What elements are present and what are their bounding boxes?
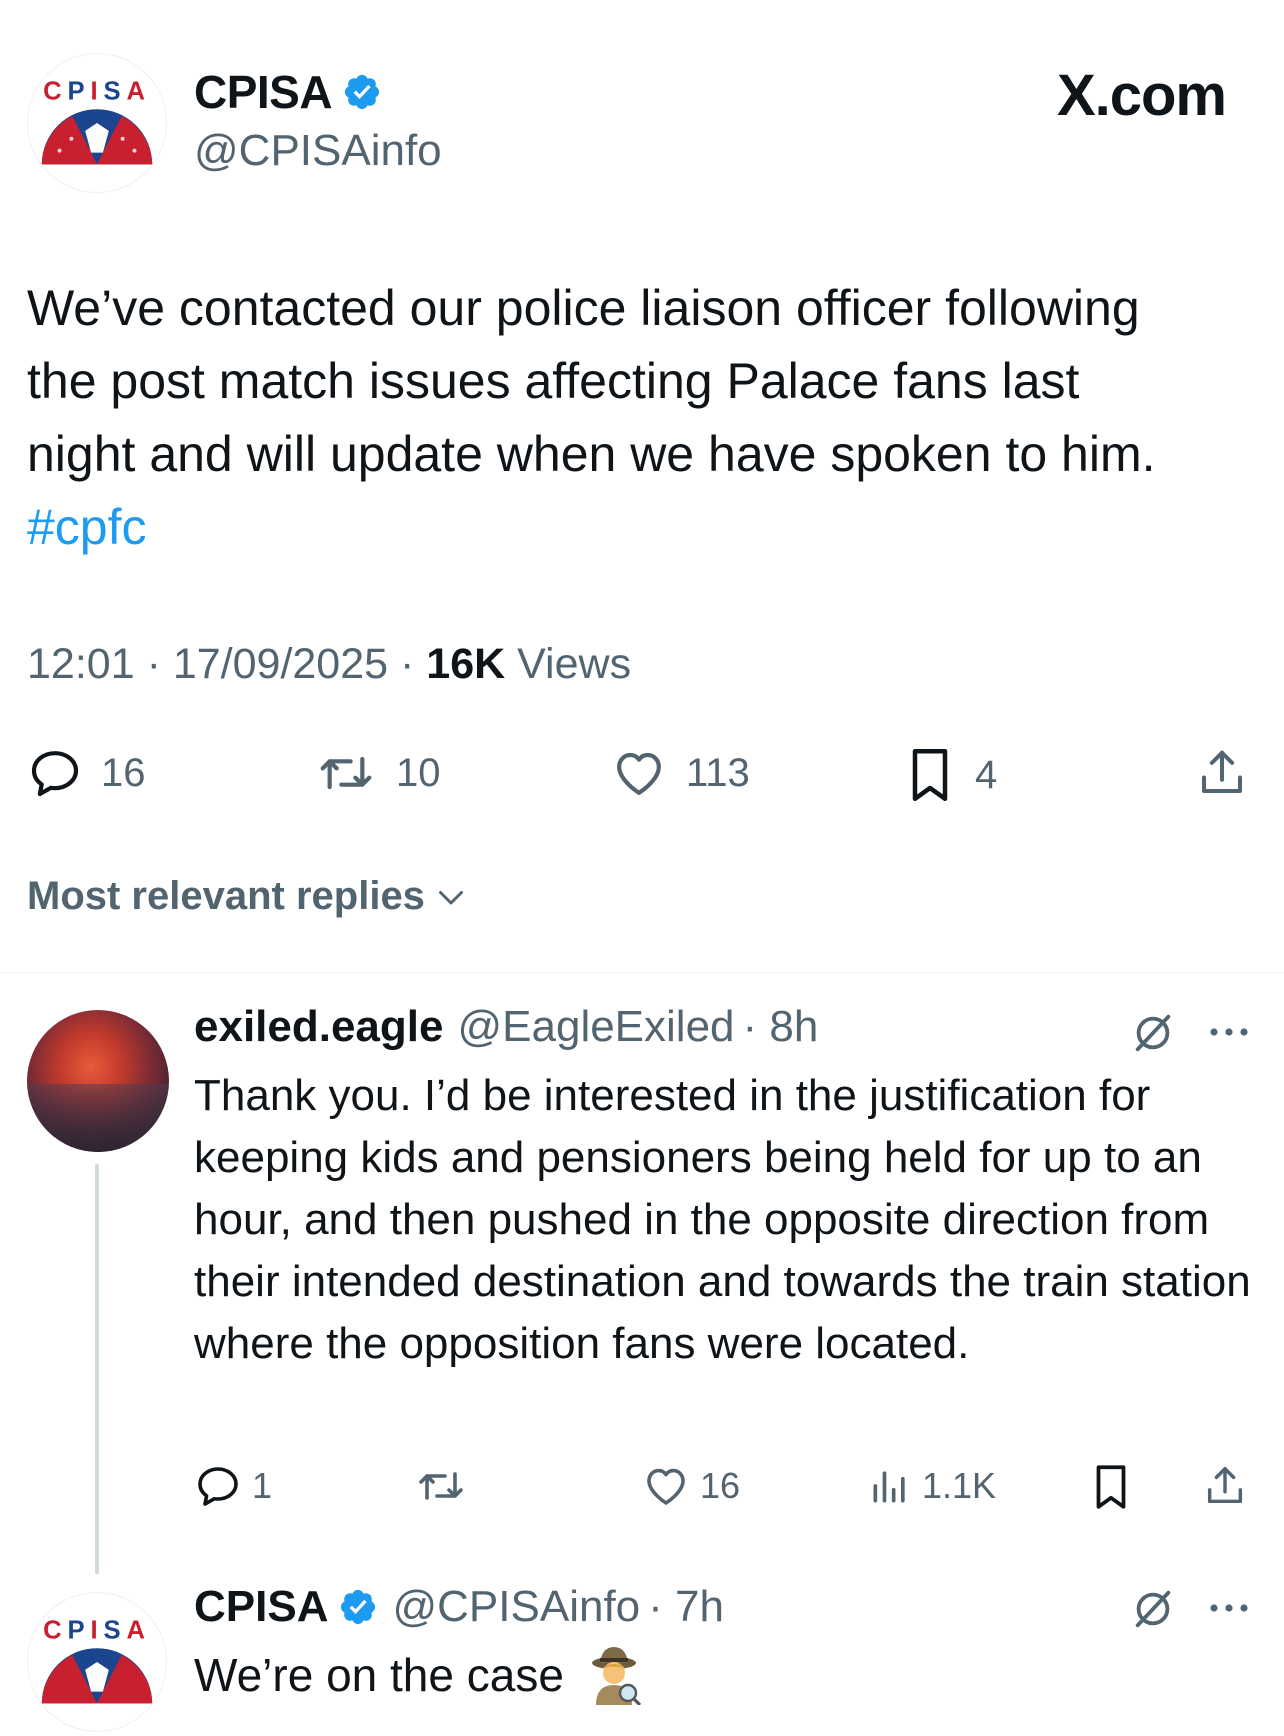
verified-badge-icon — [338, 1587, 378, 1627]
divider — [0, 972, 1284, 973]
like-count: 16 — [700, 1465, 741, 1506]
repost-count: 10 — [396, 750, 441, 795]
more-icon[interactable] — [1206, 1022, 1252, 1042]
share-button[interactable] — [1202, 1462, 1248, 1510]
detective-emoji-icon — [591, 1647, 642, 1705]
chevron-down-icon — [438, 890, 463, 904]
more-icon[interactable] — [1206, 1598, 1252, 1618]
exiled-eagle-avatar[interactable] — [27, 1010, 169, 1152]
meta-separator: · — [146, 640, 161, 688]
share-button[interactable] — [1195, 745, 1249, 801]
tweet-line: We’ve contacted our police liaison offic… — [27, 280, 1140, 336]
author-row: CPISA — [194, 66, 382, 118]
reply-author-name[interactable]: CPISA — [194, 1582, 328, 1632]
tweet-meta: 12:01 · 17/09/2025 · 16K Views — [27, 640, 631, 689]
cpisa-logo-icon: CPISA — [41, 77, 153, 165]
cpisa-avatar[interactable]: CPISA — [27, 1592, 167, 1732]
views-button[interactable]: 1.1K — [868, 1462, 996, 1510]
cpisa-logo-icon: CPISA — [41, 1616, 153, 1704]
grok-icon[interactable] — [1130, 1010, 1176, 1056]
svg-text:CPISA: CPISA — [43, 1616, 151, 1644]
tweet-text: We’ve contacted our police liaison offic… — [27, 272, 1267, 564]
site-label: X.com — [1056, 63, 1227, 128]
replies-sort-label: Most relevant replies — [27, 874, 425, 918]
reply-button[interactable]: 16 — [27, 745, 146, 801]
tweet-date[interactable]: 17/09/2025 — [173, 640, 388, 688]
thread-line — [95, 1164, 99, 1574]
reply-author-handle[interactable]: @CPISAinfo — [392, 1582, 640, 1632]
like-button[interactable]: 16 — [642, 1462, 740, 1510]
like-icon — [617, 752, 661, 795]
like-button[interactable]: 113 — [610, 745, 750, 801]
svg-text:CPISA: CPISA — [43, 77, 151, 105]
reply-author-name[interactable]: exiled.eagle — [194, 1002, 443, 1052]
share-icon — [1207, 1467, 1243, 1504]
reply-text: We’re on the case — [194, 1649, 564, 1701]
repost-button[interactable]: 10 — [314, 745, 441, 801]
verified-badge-icon — [342, 72, 382, 112]
retweet-icon — [320, 756, 372, 790]
reply-button[interactable]: 1 — [194, 1462, 272, 1510]
views-count: 16K — [426, 640, 506, 688]
reply-header: exiled.eagle @EagleExiled · 8h — [194, 1002, 818, 1052]
bookmark-button[interactable] — [1090, 1462, 1132, 1512]
like-count: 113 — [686, 750, 750, 795]
bookmark-button[interactable]: 4 — [903, 745, 997, 805]
reply-icon — [31, 751, 79, 797]
reply-text: Thank you. I’d be interested in the just… — [194, 1071, 1251, 1368]
author-name[interactable]: CPISA — [194, 65, 333, 119]
reply-count: 1 — [252, 1465, 273, 1506]
reply-text-row: We’re on the case — [194, 1645, 642, 1705]
tweet-line: night and will update when we have spoke… — [27, 426, 1156, 482]
reply-time[interactable]: · 8h — [743, 1002, 819, 1052]
reply-header: CPISA @CPISAinfo · 7h — [194, 1582, 724, 1632]
reply-icon — [198, 1467, 238, 1506]
bookmark-count: 4 — [975, 752, 998, 797]
reply-count: 16 — [101, 750, 146, 795]
hashtag-link[interactable]: #cpfc — [27, 491, 1267, 564]
reply-author-handle[interactable]: @EagleExiled — [457, 1002, 734, 1052]
like-icon — [647, 1468, 685, 1505]
author-handle[interactable]: @CPISAinfo — [194, 126, 442, 176]
grok-icon[interactable] — [1130, 1586, 1176, 1632]
views-count: 1.1K — [922, 1465, 997, 1506]
cpisa-avatar[interactable]: CPISA — [27, 53, 167, 193]
views-label: Views — [517, 640, 632, 688]
meta-separator: · — [400, 640, 415, 688]
bookmark-icon — [1096, 1465, 1126, 1509]
retweet-icon — [419, 1472, 463, 1500]
share-icon — [1201, 750, 1243, 794]
tweet-time[interactable]: 12:01 — [27, 640, 135, 688]
tweet-line: the post match issues affecting Palace f… — [27, 353, 1080, 409]
views-icon — [873, 1471, 905, 1503]
repost-button[interactable] — [414, 1462, 468, 1510]
bookmark-icon — [912, 749, 948, 801]
reply-time[interactable]: · 7h — [648, 1582, 724, 1632]
replies-sort-dropdown[interactable]: Most relevant replies — [27, 874, 469, 919]
